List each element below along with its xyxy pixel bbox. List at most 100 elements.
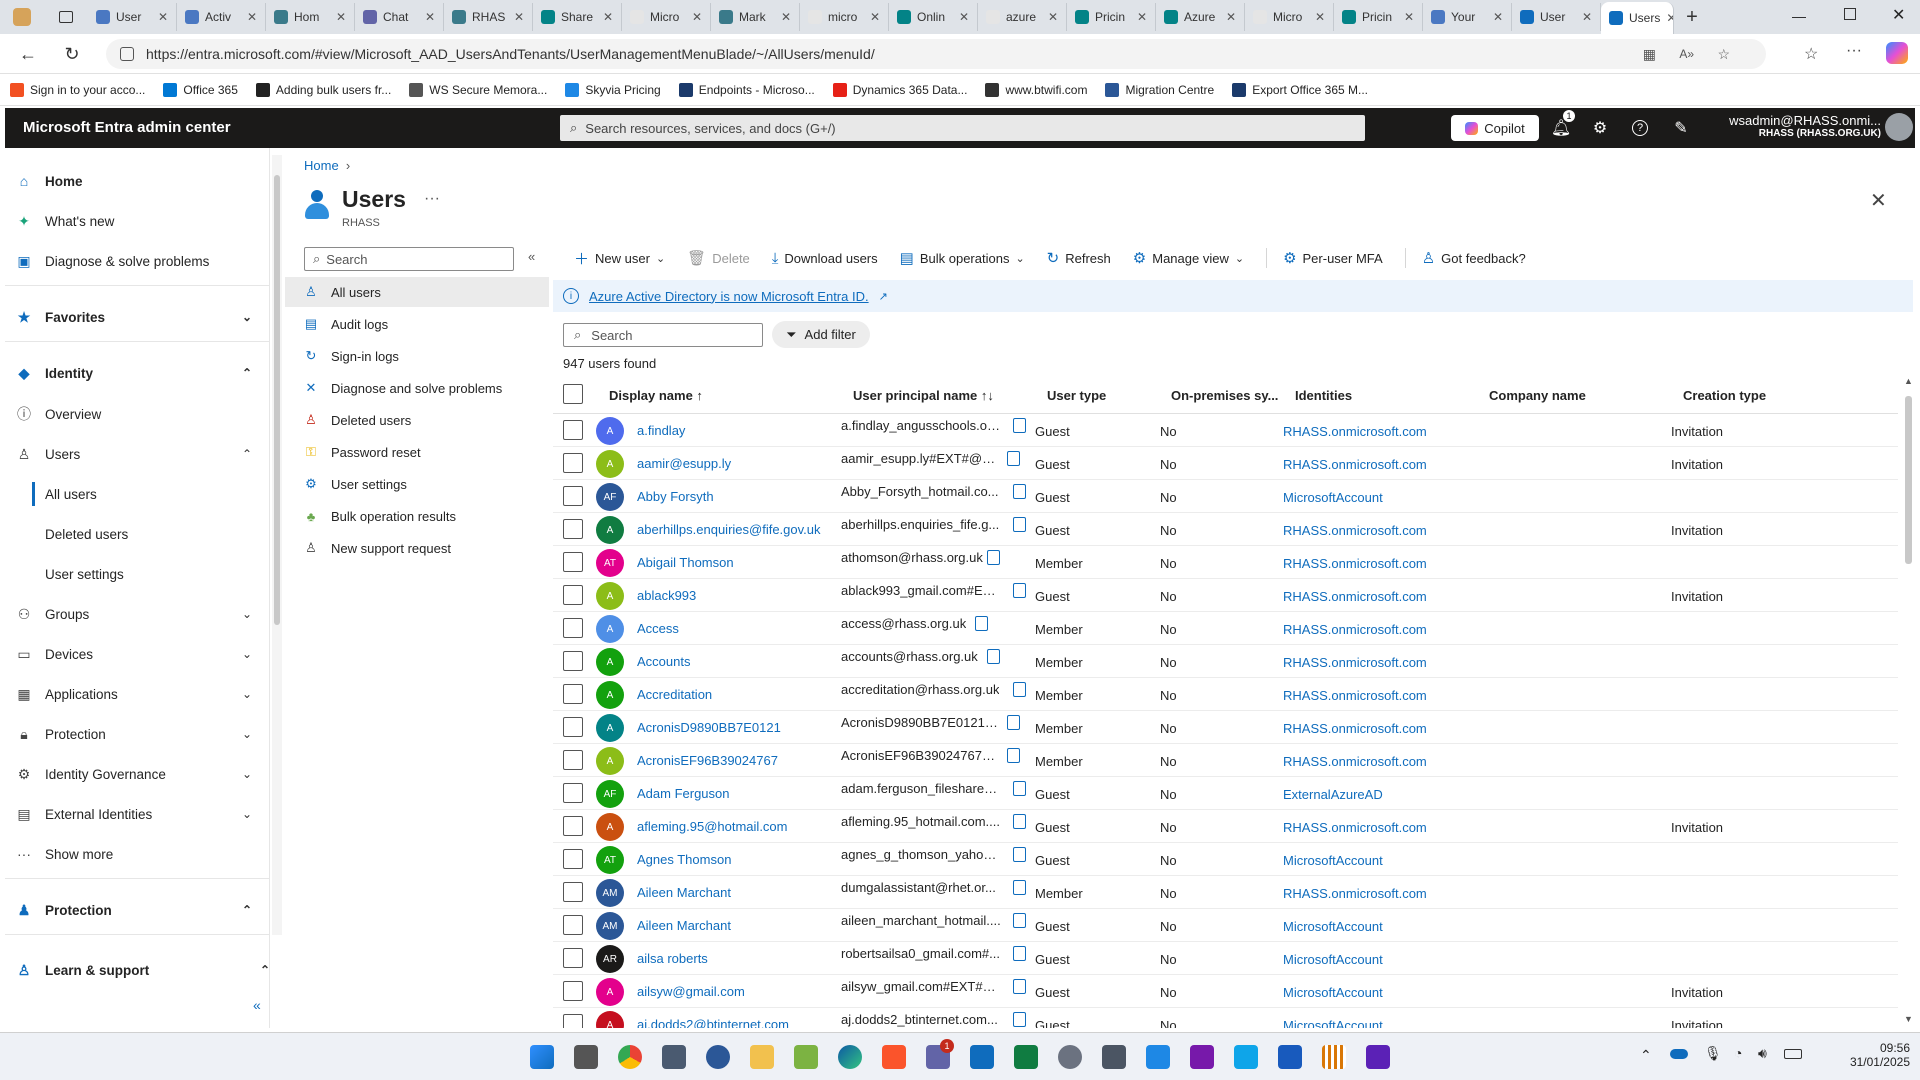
row-checkbox[interactable] [563,849,583,869]
identity-link[interactable]: RHASS.onmicrosoft.com [1283,424,1427,439]
browser-tab[interactable]: Onlin ✕ [889,3,978,31]
table-row[interactable]: AT Agnes Thomson agnes_g_thomson_yahoo....… [553,843,1898,876]
user-display-name-link[interactable]: AcronisD9890BB7E0121 [637,720,781,735]
table-row[interactable]: AR ailsa roberts robertsailsa0_gmail.com#.… [553,942,1898,975]
identity-link[interactable]: RHASS.onmicrosoft.com [1283,820,1427,835]
close-tab-icon[interactable]: ✕ [603,10,613,24]
close-tab-icon[interactable]: ✕ [959,10,969,24]
copy-icon[interactable] [1006,451,1020,466]
copy-icon[interactable] [1013,946,1026,961]
tab-actions-icon[interactable] [44,2,88,32]
close-tab-icon[interactable]: ✕ [870,10,880,24]
identity-link[interactable]: RHASS.onmicrosoft.com [1283,523,1427,538]
left-nav-scrollbar[interactable] [272,155,282,935]
table-row[interactable]: Aailsyw@gmail.com ailsyw_gmail.com#EXT#@.… [553,975,1898,1008]
copy-icon[interactable] [1013,418,1026,433]
bookmark-item[interactable]: Adding bulk users fr... [255,82,391,97]
url-field[interactable]: https://entra.microsoft.com/#view/Micros… [106,39,1766,69]
table-row[interactable]: A Accounts accounts@rhass.org.uk Member No RH… [553,645,1898,678]
site-info-icon[interactable] [120,47,134,61]
minimize-button[interactable]: — [1792,8,1806,24]
table-row[interactable]: Aafleming.95@hotmail.com afleming.95_hotm… [553,810,1898,843]
restore-button[interactable] [1844,8,1856,20]
identity-link[interactable]: RHASS.onmicrosoft.com [1283,688,1427,703]
copy-icon[interactable] [974,616,988,631]
col-company-name[interactable]: Company name [1489,388,1586,403]
user-display-name-link[interactable]: ailsa roberts [637,951,708,966]
nav-devices[interactable]: ▭ Devices ⌄ [15,640,260,668]
col-upn[interactable]: User principal name ↑↓ [853,388,994,403]
browser-tab[interactable]: Micro ✕ [622,3,711,31]
row-checkbox[interactable] [563,486,583,506]
row-checkbox[interactable] [563,618,583,638]
close-tab-icon[interactable]: ✕ [1582,10,1592,24]
user-display-name-link[interactable]: Adam Ferguson [637,786,730,801]
row-checkbox[interactable] [563,585,583,605]
row-checkbox[interactable] [563,915,583,935]
collapse-menu-icon[interactable]: « [528,249,535,264]
start-icon[interactable] [530,1045,554,1069]
nav-learn-support[interactable]: ♙ Learn & support ⌃ [15,956,270,984]
row-checkbox[interactable] [563,651,583,671]
nav-home[interactable]: ⌂ Home [15,167,260,195]
bookmark-item[interactable]: www.btwifi.com [985,82,1087,97]
row-checkbox[interactable] [563,453,583,473]
favorite-star-icon[interactable]: ☆ [1717,46,1730,63]
bookmark-item[interactable]: Endpoints - Microso... [678,82,815,97]
table-scrollbar[interactable]: ▲ ▼ [1903,376,1915,1024]
back-icon[interactable]: ← [10,38,46,70]
bookmark-item[interactable]: Export Office 365 M... [1232,82,1368,97]
nav-deleted-users[interactable]: Deleted users [15,520,260,548]
browser-tab[interactable]: Activ ✕ [177,3,266,31]
user-display-name-link[interactable]: Abby Forsyth [637,489,714,504]
close-tab-icon[interactable]: ✕ [692,10,702,24]
browser-tab[interactable]: Micro ✕ [1245,3,1334,31]
table-row[interactable]: AT Abigail Thomson athomson@rhass.org.uk Me… [553,546,1898,579]
user-display-name-link[interactable]: Accounts [637,654,690,669]
browser-tab[interactable]: azure ✕ [978,3,1067,31]
browser-tab[interactable]: micro ✕ [800,3,889,31]
user-display-name-link[interactable]: ailsyw@gmail.com [637,984,745,999]
row-checkbox[interactable] [563,882,583,902]
nav-user-settings[interactable]: User settings [15,560,260,588]
browser-tab[interactable]: RHAS ✕ [444,3,533,31]
per-user-mfa-button[interactable]: ⚙ Per-user MFA [1283,249,1383,267]
bookmark-item[interactable]: WS Secure Memora... [409,82,547,97]
microphone-icon[interactable]: 🎙︎ [1704,1045,1722,1062]
copy-icon[interactable] [1006,715,1020,730]
col-on-premises[interactable]: On-premises sy... [1171,388,1278,403]
row-checkbox[interactable] [563,783,583,803]
nav-protection-section[interactable]: ♟ Protection ⌃ [15,896,260,924]
user-display-name-link[interactable]: aj.dodds2@btinternet.com [637,1017,789,1028]
edge-icon[interactable] [838,1045,862,1069]
copy-icon[interactable] [1013,913,1026,928]
identity-link[interactable]: RHASS.onmicrosoft.com [1283,721,1427,736]
table-row[interactable]: Aaj.dodds2@btinternet.com aj.dodds2_btint… [553,1008,1898,1028]
identity-link[interactable]: MicrosoftAccount [1283,952,1383,967]
row-checkbox[interactable] [563,519,583,539]
close-tab-icon[interactable]: ✕ [781,10,791,24]
user-display-name-link[interactable]: Abigail Thomson [637,555,734,570]
table-row[interactable]: AF Adam Ferguson adam.ferguson_fileshares.… [553,777,1898,810]
refresh-button[interactable]: ↻ Refresh [1047,249,1111,267]
col-creation-type[interactable]: Creation type [1683,388,1766,403]
table-row[interactable]: Aablack993 ablack993_gmail.com#EX... Guest… [553,579,1898,612]
close-tab-icon[interactable]: ✕ [425,10,435,24]
chrome-icon[interactable] [618,1045,642,1069]
download-users-button[interactable]: ⤓ Download users [772,250,878,267]
user-display-name-link[interactable]: aamir@esupp.ly [637,456,731,471]
close-tab-icon[interactable]: ✕ [1404,10,1414,24]
close-tab-icon[interactable]: ✕ [247,10,257,24]
quick-assist-icon[interactable] [1366,1045,1390,1069]
row-checkbox[interactable] [563,684,583,704]
browser-tab[interactable]: Users ✕ [1601,2,1674,34]
delete-button[interactable]: 🗑︎ Delete [687,249,750,267]
browser-tab[interactable]: Pricin ✕ [1334,3,1423,31]
volume-icon[interactable]: 🔊︎ [1758,1045,1767,1062]
row-checkbox[interactable] [563,816,583,836]
brave-icon[interactable] [882,1045,906,1069]
row-checkbox[interactable] [563,750,583,770]
identity-link[interactable]: MicrosoftAccount [1283,985,1383,1000]
copy-icon[interactable] [1013,682,1026,697]
nav-applications[interactable]: ▦ Applications ⌄ [15,680,260,708]
